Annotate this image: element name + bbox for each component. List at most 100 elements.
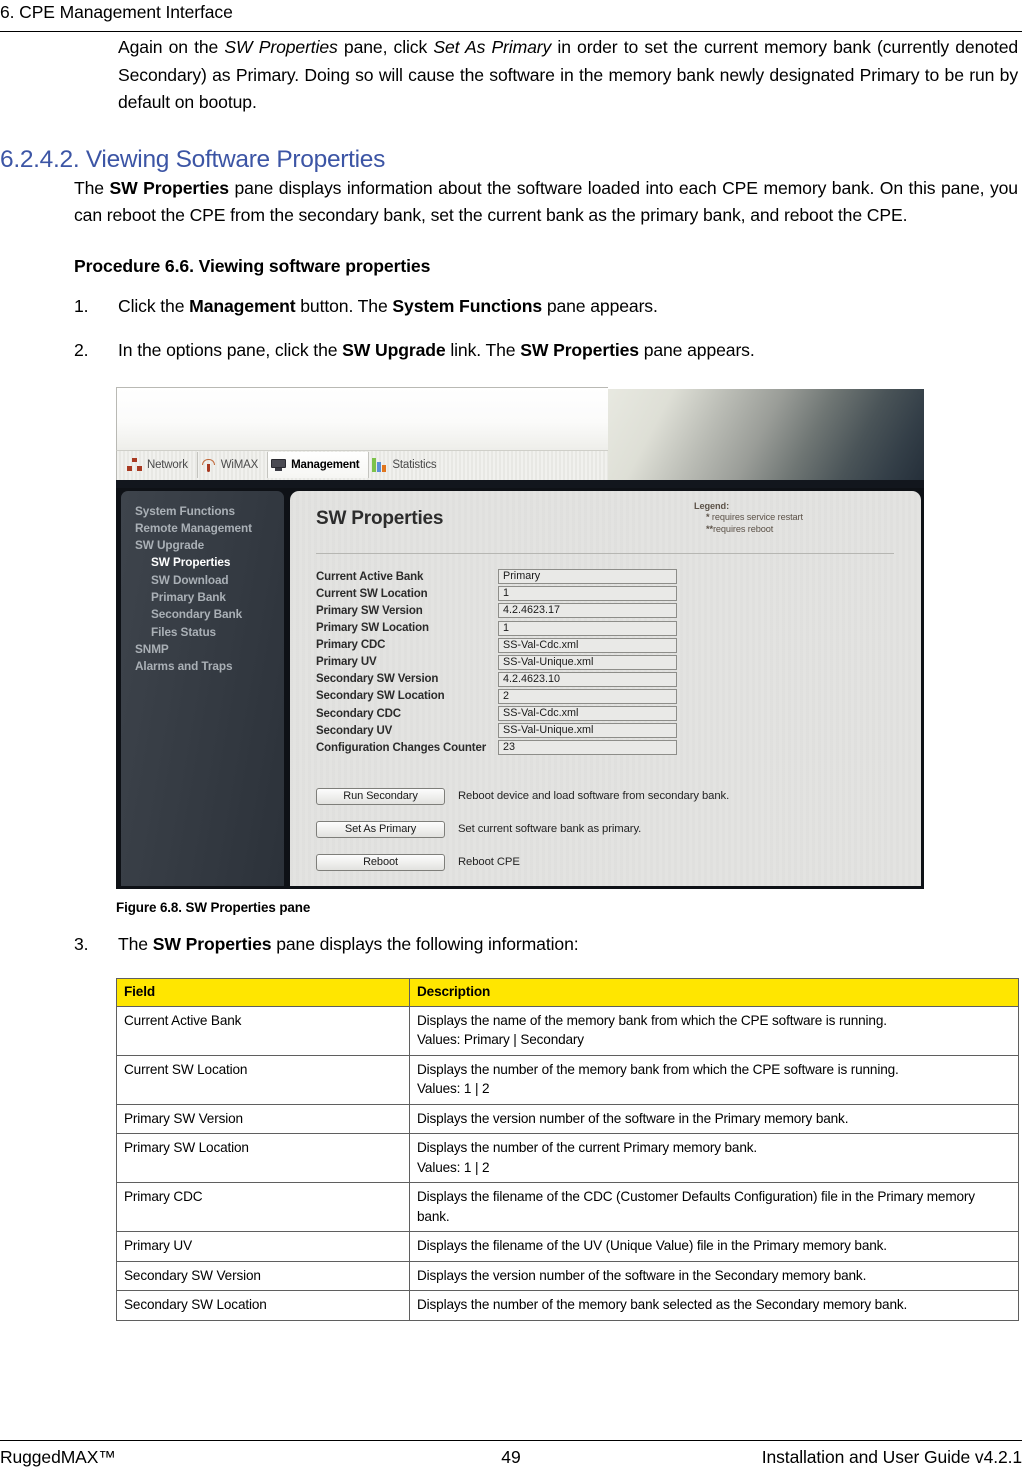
legend-text: requires service restart [709,512,803,522]
intro-emphasis-set-as-primary: Set As Primary [433,37,552,57]
field-value-readonly[interactable]: 4.2.4623.17 [498,603,677,619]
tab-management[interactable]: Management [268,452,370,478]
footer-rule-right [573,1440,1022,1441]
field-label: Current SW Location [316,587,428,600]
field-value-readonly[interactable]: 4.2.4623.10 [498,671,677,687]
list-item: 3. The SW Properties pane displays the fo… [0,931,1022,959]
cell-field: Current Active Bank [116,1005,410,1056]
page-running-footer: RuggedMAX™ 49 Installation and User Guid… [0,1440,1022,1474]
cell-field: Primary SW Location [116,1133,410,1183]
column-header-description: Description [409,978,1019,1007]
table-header-row: Field Description [116,978,1019,1007]
step-number: 3. [74,933,89,954]
network-icon [127,458,142,472]
section-description: The SW Properties pane displays informat… [0,175,1022,230]
intro-seg-2: pane, click [337,37,434,57]
reboot-button[interactable]: Reboot [316,853,445,871]
cell-field: Secondary SW Version [116,1260,410,1291]
table-row: Primary SW Version Displays the version … [116,1103,1019,1134]
sidebar-item-sw-properties[interactable]: SW Properties [121,554,284,571]
field-label: Configuration Changes Counter [316,741,487,754]
cell-field: Primary SW Version [116,1103,410,1134]
legend-text: requires reboot [712,523,774,534]
field-value-readonly[interactable]: 23 [498,740,677,756]
procedure-steps-list: 1. Click the Management button. The Syste… [0,293,1022,365]
field-primary-cdc: Primary CDC SS-Val-Cdc.xml [316,637,896,654]
step-seg-2: link. The [445,340,521,360]
tab-wimax[interactable]: WiMAX [198,452,269,478]
field-value-readonly[interactable]: SS-Val-Unique.xml [498,723,677,739]
field-label: Primary SW Location [316,622,429,635]
sidebar-item-primary-bank[interactable]: Primary Bank [121,589,284,606]
field-primary-sw-version: Primary SW Version 4.2.4623.17 [316,603,896,620]
list-item: 1. Click the Management button. The Syste… [0,293,1022,321]
sw-properties-pane: SW Properties Legend: * requires service… [290,490,921,887]
sidebar-item-files-status[interactable]: Files Status [121,624,284,641]
action-row-run-secondary: Run Secondary Reboot device and load sof… [316,787,730,805]
table-row: Secondary SW Version Displays the versio… [116,1260,1019,1291]
sidebar-item-remote-management[interactable]: Remote Management [121,520,284,537]
action-row-reboot: Reboot Reboot CPE [316,853,729,871]
tab-statistics[interactable]: Statistics [369,452,445,478]
field-secondary-sw-location: Secondary SW Location 2 [316,688,896,705]
sidebar-item-secondary-bank[interactable]: Secondary Bank [121,606,284,623]
list-item: 2. In the options pane, click the SW Upgr… [0,337,1022,365]
desc-seg-1: The [74,177,110,198]
step-number: 2. [74,340,89,360]
field-primary-sw-location: Primary SW Location 1 [316,620,896,637]
pane-divider [316,552,894,554]
sidebar-item-sw-upgrade[interactable]: SW Upgrade [121,537,284,554]
table-row: Secondary SW Location Displays the numbe… [116,1290,1019,1321]
sidebar-item-sw-download[interactable]: SW Download [121,572,284,589]
step-seg-1: In the options pane, click the [118,340,343,360]
field-current-sw-location: Current SW Location 1 [316,586,896,603]
step-seg-1: Click the [118,295,190,316]
browser-top-band [116,386,608,450]
header-rule-right [573,31,1022,32]
cell-description: Displays the filename of the CDC (Custom… [409,1182,1019,1232]
sidebar-item-snmp[interactable]: SNMP [121,641,284,658]
action-buttons-area: Run Secondary Reboot device and load sof… [316,787,730,887]
management-icon [271,458,287,472]
tab-label: Network [147,459,188,471]
field-value-readonly[interactable]: 1 [498,620,677,636]
sidebar-item-system-functions[interactable]: System Functions [121,503,284,520]
field-value-readonly[interactable]: SS-Val-Unique.xml [498,654,677,670]
options-sidebar[interactable]: System Functions Remote Management SW Up… [121,490,284,886]
field-value-readonly[interactable]: 1 [498,586,677,602]
step-bold-management: Management [189,295,296,316]
table-row: Current Active Bank Displays the name of… [116,1005,1019,1056]
run-secondary-button[interactable]: Run Secondary [316,787,445,805]
sidebar-item-alarms-and-traps[interactable]: Alarms and Traps [121,658,284,675]
header-rule-left [0,31,573,32]
set-as-primary-button[interactable]: Set As Primary [316,820,445,838]
field-value-readonly[interactable]: Primary [498,569,677,585]
figure-caption: Figure 6.8. SW Properties pane [116,899,311,915]
footer-guide-title: Installation and User Guide v4.2.1 [761,1447,1022,1467]
main-navigation-tabs[interactable]: Network WiMAX Management Statistics [116,449,608,480]
field-current-active-bank: Current Active Bank Primary [316,569,896,586]
statistics-icon [372,458,388,472]
action-description: Reboot device and load software from sec… [458,790,730,802]
pane-title: SW Properties [316,507,444,529]
field-configuration-changes-counter: Configuration Changes Counter 23 [316,739,896,756]
field-label: Secondary CDC [316,707,401,720]
cell-field: Secondary SW Location [116,1290,410,1321]
field-value-readonly[interactable]: SS-Val-Cdc.xml [498,706,677,722]
cell-description: Displays the version number of the softw… [409,1103,1019,1134]
footer-rule-left [0,1440,573,1441]
cell-field: Primary CDC [116,1182,410,1232]
step-bold-sw-properties: SW Properties [152,933,272,954]
field-value-readonly[interactable]: 2 [498,688,677,704]
page-content: Again on the SW Properties pane, click S… [0,34,1022,1321]
field-secondary-cdc: Secondary CDC SS-Val-Cdc.xml [316,705,896,722]
column-header-field: Field [116,978,410,1007]
field-value-readonly[interactable]: SS-Val-Cdc.xml [498,637,677,653]
field-secondary-sw-version: Secondary SW Version 4.2.4623.10 [316,671,896,688]
tab-network[interactable]: Network [124,452,198,478]
step-bold-system-functions: System Functions [392,295,543,316]
field-label: Secondary UV [316,724,393,737]
field-label: Secondary SW Location [316,690,445,703]
cell-description: Displays the version number of the softw… [409,1260,1019,1291]
banner-top-edge [608,386,924,389]
